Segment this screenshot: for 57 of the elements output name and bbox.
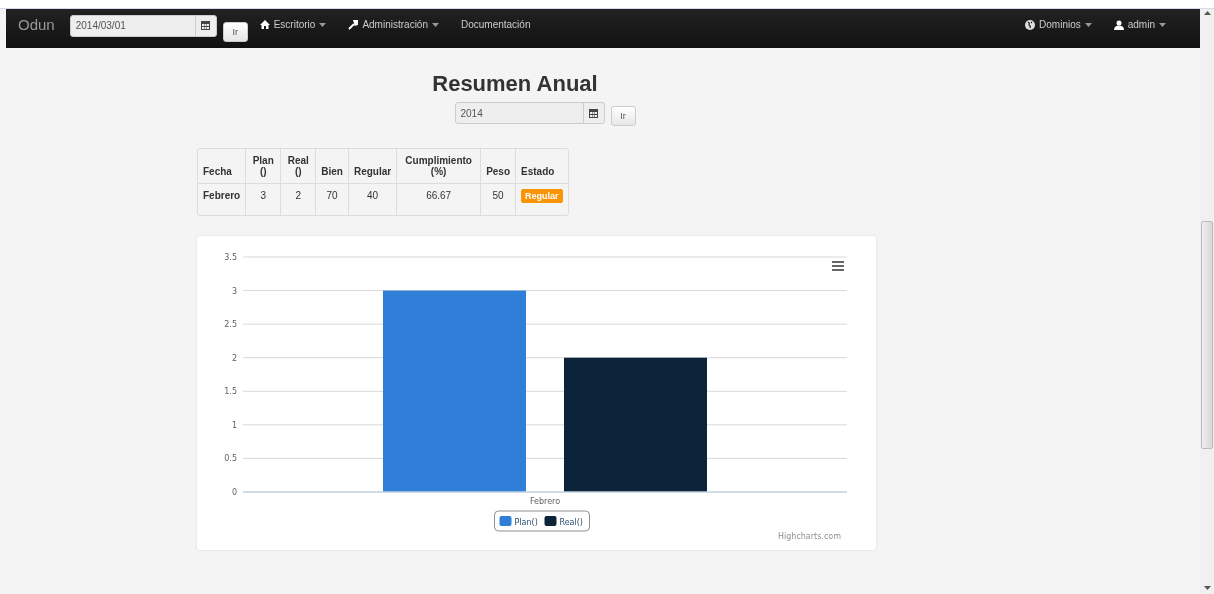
caret-icon: [432, 22, 439, 27]
legend-item[interactable]: Plan(): [499, 516, 538, 527]
y-tick-label: 2: [231, 353, 237, 363]
scroll-down-icon[interactable]: [1204, 586, 1211, 590]
table-cell: 66.67: [396, 183, 481, 215]
nav-menu[interactable]: Administración: [348, 19, 439, 30]
table-cell: 40: [347, 183, 397, 215]
legend-item[interactable]: Real(): [544, 516, 583, 527]
y-tick-label: 1: [231, 420, 237, 430]
x-tick-label: Febrero: [529, 497, 561, 506]
date-field[interactable]: 2014/03/01: [69, 14, 217, 37]
calendar-icon: [589, 108, 598, 118]
column-header: Cumplimiento (%): [396, 149, 481, 183]
legend-label: Plan(): [514, 518, 538, 527]
caret-icon: [1159, 22, 1166, 27]
caret-icon: [319, 22, 327, 27]
scroll-thumb[interactable]: [1201, 221, 1213, 449]
home-icon: [259, 20, 270, 29]
table-cell: 3: [245, 183, 281, 215]
table-cell: 50: [480, 183, 516, 215]
column-header: Real (): [280, 149, 316, 183]
nav-menu[interactable]: Documentación: [461, 19, 531, 30]
calendar-icon: [201, 21, 211, 30]
nav-menu[interactable]: Escritorio: [259, 19, 327, 30]
table-cell: 70: [315, 183, 348, 215]
column-header: Regular: [347, 149, 397, 183]
caret-icon: [1084, 22, 1092, 27]
nav-menu[interactable]: Dominios: [1025, 19, 1092, 30]
column-header: Fecha: [202, 165, 233, 179]
y-tick-label: 0.5: [224, 454, 237, 464]
column-header: Bien: [315, 149, 348, 183]
y-tick-label: 3.5: [224, 253, 237, 262]
go-button[interactable]: Ir: [610, 106, 636, 126]
column-header: Peso: [480, 149, 516, 183]
user-icon: [1113, 19, 1124, 30]
table-cell: 2: [280, 183, 316, 215]
legend-label: Real(): [559, 518, 583, 527]
y-tick-label: 3: [231, 286, 237, 296]
page-title: Resumen Anual: [432, 71, 598, 97]
brand-link[interactable]: Odun: [18, 16, 55, 33]
column-header: Estado: [515, 149, 568, 183]
vertical-scrollbar[interactable]: [1200, 9, 1214, 594]
nav-menu[interactable]: admin: [1113, 19, 1166, 30]
bar[interactable]: [383, 290, 526, 492]
column-header: Plan (): [245, 149, 281, 183]
y-tick-label: 2.5: [224, 320, 237, 330]
go-button[interactable]: Ir: [222, 21, 248, 42]
y-tick-label: 1.5: [224, 387, 237, 397]
status-badge: Regular: [521, 189, 563, 203]
scroll-up-icon[interactable]: [1204, 11, 1211, 15]
year-field[interactable]: 2014: [454, 102, 605, 124]
globe-icon: [1025, 19, 1036, 30]
menu-icon[interactable]: [832, 261, 844, 271]
wrench-icon: [348, 19, 359, 30]
y-tick-label: 0: [231, 488, 237, 497]
table-cell: Febrero: [198, 183, 246, 215]
bar[interactable]: [564, 357, 707, 492]
